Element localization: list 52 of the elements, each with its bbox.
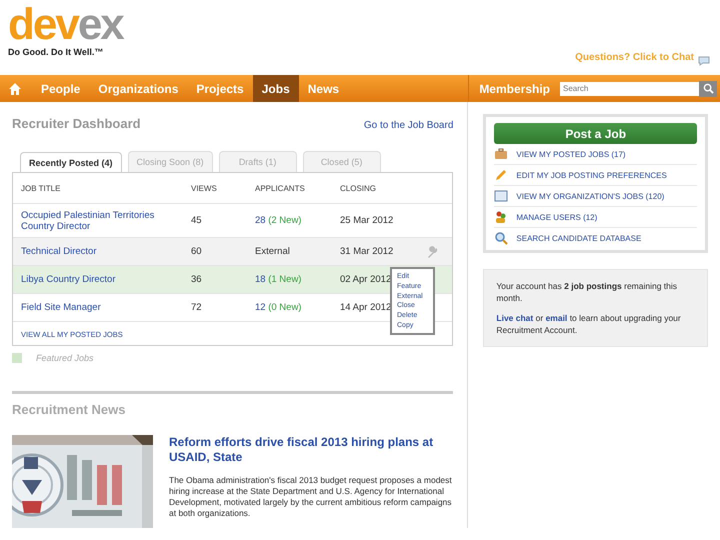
article-summary: The Obama administration's fiscal 2013 budget request proposes a modest hiring increase at the State Department and U.S. Agency for International Development, motivated largely by the current ambitious reform campaigns at both organizations. (169, 475, 453, 519)
applicants-count[interactable]: 18 (1 New) (255, 274, 340, 285)
home-icon[interactable] (8, 82, 22, 96)
search-field[interactable]: Search (560, 82, 699, 96)
job-board-link[interactable]: Go to the Job Board (364, 120, 454, 131)
tab[interactable]: Recently Posted (4) (20, 152, 122, 173)
closing-date: 02 Apr 2012 (340, 274, 392, 285)
briefcase-icon (494, 147, 508, 161)
sidebar-link[interactable]: VIEW MY POSTED JOBS (17) (516, 150, 626, 158)
upgrade-note: Live chat or email to learn about upgrading your Recruitment Account. (496, 312, 682, 336)
search-button[interactable] (699, 80, 717, 96)
closing-date: 31 Mar 2012 (340, 246, 394, 257)
column-header: VIEWS (191, 184, 218, 192)
job-title-link[interactable]: Technical Director (21, 246, 171, 257)
search-icon (702, 83, 714, 94)
column-header: APPLICANTS (255, 184, 306, 192)
job-title-link[interactable]: Occupied Palestinian Territories Country Director (21, 210, 171, 232)
live-chat-link[interactable]: Live chat (496, 313, 534, 323)
section-title: Recruitment News (12, 402, 126, 417)
window-icon (494, 189, 508, 203)
applicants-count[interactable]: 12 (0 New) (255, 302, 340, 313)
account-note: Your account has 2 job postings remaining this month. (496, 280, 678, 304)
closing-date: 14 Apr 2012 (340, 302, 392, 313)
views-count: 60 (191, 246, 203, 257)
sidebar-link[interactable]: VIEW MY ORGANIZATION'S JOBS (120) (516, 192, 664, 200)
tagline: Do Good. Do It Well.™ (8, 47, 104, 57)
email-link[interactable]: email (546, 313, 568, 323)
applicants-count: External (255, 246, 291, 257)
sidebar-link[interactable]: MANAGE USERS (12) (516, 212, 598, 222)
views-count: 36 (191, 274, 203, 285)
sidebar-link[interactable]: EDIT MY JOB POSTING PREFERENCES (516, 170, 667, 180)
applicants-count[interactable]: 28 (2 New) (255, 215, 340, 226)
column-header: CLOSING (340, 184, 378, 192)
speech-bubble-icon (698, 56, 710, 66)
section-title: Recruiter Dashboard (12, 116, 141, 131)
users-icon (494, 210, 508, 224)
nav-item[interactable]: Jobs (252, 75, 299, 102)
legend-label: Featured Jobs (36, 353, 94, 363)
column-header: JOB TITLE (21, 184, 62, 192)
post-job-button[interactable]: Post a Job (494, 123, 697, 144)
closing-date: 25 Mar 2012 (340, 215, 394, 226)
sidebar-link[interactable]: SEARCH CANDIDATE DATABASE (516, 234, 642, 242)
views-count: 45 (191, 215, 203, 226)
views-count: 72 (191, 302, 203, 313)
wrench-icon[interactable] (426, 246, 438, 258)
job-title-link[interactable]: Libya Country Director (21, 274, 171, 285)
job-title-link[interactable]: Field Site Manager (21, 302, 171, 313)
pencil-icon (494, 168, 508, 182)
article-headline[interactable]: Reform efforts drive fiscal 2013 hiring plans at USAID, State (169, 435, 454, 465)
job-row[interactable]: Technical Director 60 External 31 Mar 2012 (13, 238, 452, 266)
featured-swatch (12, 353, 22, 363)
search-icon (494, 231, 508, 245)
